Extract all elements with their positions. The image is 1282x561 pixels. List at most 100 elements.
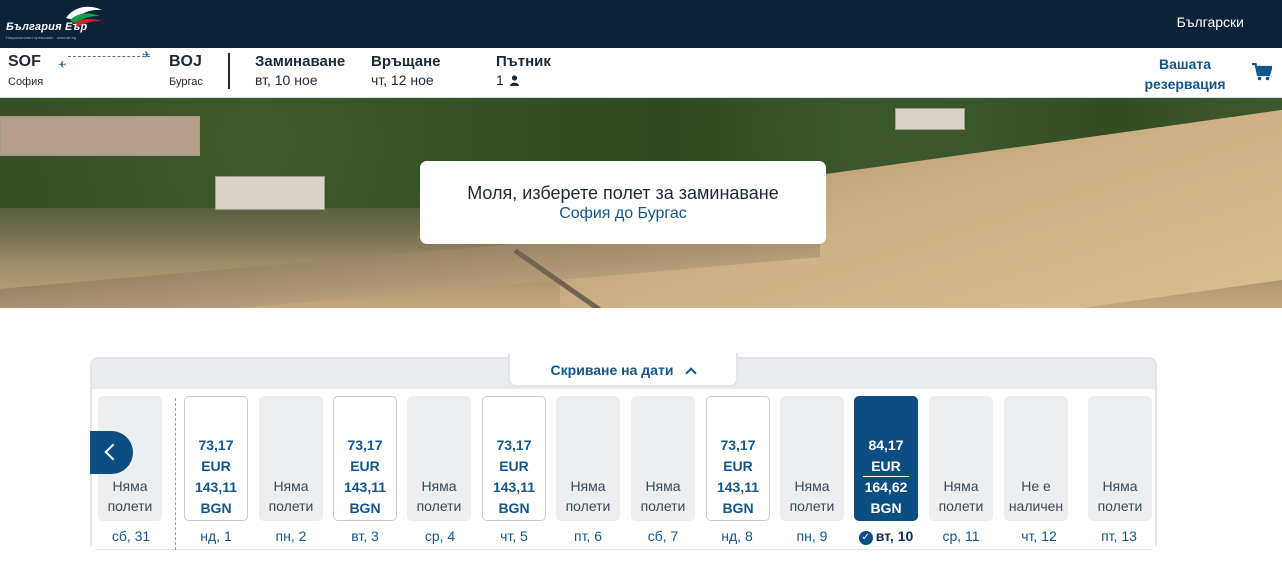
check-icon: ✓ [858,531,873,545]
not-available-text: Не е наличен [1004,476,1068,516]
no-flights-text: Няма полети [556,476,620,516]
date-message-line: Няма [943,478,979,494]
date-label-text: пн, 2 [275,528,307,544]
date-price: 73,17 EUR 143,11 BGN [707,435,769,518]
price-eur: 73,17 [198,437,234,453]
no-flights-text: Няма полети [929,476,993,516]
date-label: сб, 31 [94,528,168,544]
date-message-line: Няма [1102,478,1138,494]
price-bgn: 143,11 [343,479,387,495]
plane-outbound-icon: ✈ [142,50,151,61]
date-tile-unavailable: Не е наличен [1004,396,1068,521]
date-label-text: сб, 7 [647,528,679,544]
date-message-line: полети [1097,498,1143,514]
person-icon [509,75,519,86]
date-price: 84,17 EUR 164,62 BGN [855,435,917,518]
no-flights-text: Няма полети [1088,476,1152,516]
origin-code: SOF [8,53,41,70]
price-eur: 73,17 [347,437,383,453]
date-strip [92,389,1155,549]
date-label-text: нд, 1 [200,528,232,544]
currency-bgn: BGN [349,499,381,516]
date-label: чт, 5 [477,528,551,544]
departure-value: вт, 10 ное [255,72,318,88]
price-bgn: 143,11 [492,479,536,495]
date-label: пт, 6 [551,528,625,544]
plane-return-icon: ✈ [58,60,67,71]
date-label-text: ср, 11 [942,528,980,544]
hero-building [215,176,325,210]
hero-buildings-left [0,116,200,156]
hide-dates-toggle[interactable]: Скриване на дати [508,353,738,387]
date-label: пн, 2 [254,528,328,544]
date-label: нд, 8 [700,528,774,544]
no-flights-text: Няма полети [259,476,323,516]
date-label-text: сб, 31 [111,528,151,544]
chevron-left-icon [104,443,122,461]
chevron-up-icon [685,367,698,379]
date-label-text: пн, 9 [796,528,828,544]
date-message-line: полети [107,498,153,514]
route-line [68,56,150,57]
date-label-text: чт, 5 [500,528,528,544]
date-message-line: полети [640,498,686,514]
date-tile-none: Няма полети [631,396,695,521]
logo[interactable]: България Еър Националният превозвач · ww… [4,4,108,44]
language-selector[interactable]: Български [1177,14,1244,30]
date-label: нд, 1 [179,528,253,544]
no-flights-text: Няма полети [98,476,162,516]
date-message-line: полети [416,498,462,514]
date-tile-available[interactable]: 73,17 EUR 143,11 BGN [482,396,546,521]
no-flights-text: Няма полети [407,476,471,516]
departure-label: Заминаване [255,53,346,70]
previous-dates-button[interactable] [90,431,133,474]
no-flights-text: Няма полети [631,476,695,516]
cart-icon[interactable] [1252,63,1272,81]
my-booking-link[interactable]: Вашата резервация [1142,54,1228,94]
date-label: ср, 11 [924,528,998,544]
no-flights-text: Няма полети [780,476,844,516]
price-eur: 73,17 [720,437,756,453]
date-label-text: вт, 3 [351,528,379,544]
currency-bgn: BGN [498,499,530,516]
hero-message-card: Моля, изберете полет за заминаване София… [420,161,826,244]
logo-tagline: Националният превозвач · www.air.bg [6,35,77,40]
hero-title: Моля, изберете полет за заминаване [467,183,779,203]
date-tile-available[interactable]: 73,17 EUR 143,11 BGN [184,396,248,521]
currency-eur: EUR [350,457,380,474]
date-tile-none: Няма полети [407,396,471,521]
date-label-text: чт, 12 [1021,528,1057,544]
date-message-line: Няма [421,478,457,494]
currency-bgn: BGN [200,499,232,516]
date-tile-none: Няма полети [780,396,844,521]
hero-route: София до Бургас [559,205,687,222]
date-label-text: пт, 13 [1101,528,1137,544]
currency-eur: EUR [201,457,231,474]
date-divider [175,398,176,550]
price-bgn: 164,62 [863,476,909,498]
logo-wordmark: България Еър [6,21,88,33]
date-tile-selected[interactable]: 84,17 EUR 164,62 BGN [854,396,918,521]
date-message-line: полети [268,498,314,514]
date-label-text: пт, 6 [573,528,602,544]
date-tile-available[interactable]: 73,17 EUR 143,11 BGN [706,396,770,521]
date-message-line: Не е [1021,478,1051,494]
date-tile-none: Няма полети [556,396,620,521]
passenger-label: Пътник [496,53,551,70]
currency-bgn: BGN [870,499,902,516]
date-message-line: Няма [570,478,606,494]
date-label-text: вт, 10 [875,528,914,544]
date-tile-none: Няма полети [1088,396,1152,521]
date-tile-none: Няма полети [929,396,993,521]
date-tile-available[interactable]: 73,17 EUR 143,11 BGN [333,396,397,521]
currency-eur: EUR [499,457,529,474]
date-label: чт, 12 [1002,528,1076,544]
date-tile-none: Няма полети [259,396,323,521]
date-message-line: полети [789,498,835,514]
date-message-line: Няма [794,478,830,494]
date-price: 73,17 EUR 143,11 BGN [185,435,247,518]
destination-city: Бургас [169,76,203,88]
currency-eur: EUR [871,457,901,474]
passenger-count-value: 1 [496,72,504,88]
return-label: Връщане [371,53,441,70]
